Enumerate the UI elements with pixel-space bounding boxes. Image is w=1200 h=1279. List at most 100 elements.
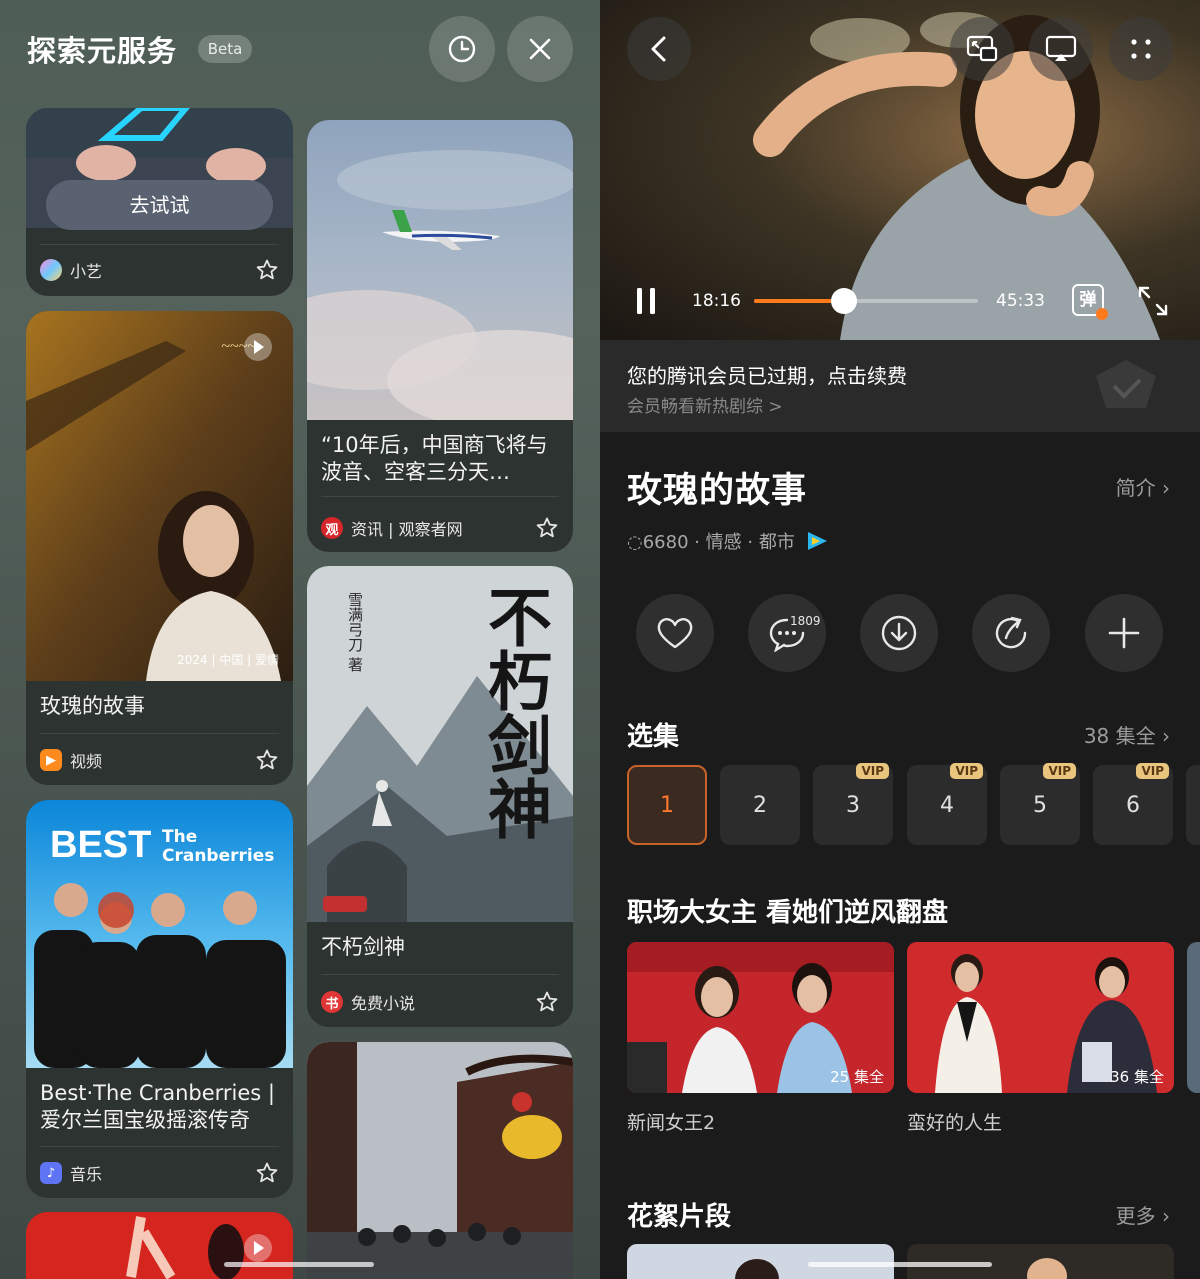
recommend-card[interactable]: 25 集全 [627,942,894,1093]
source-label: 免费小说 [351,994,416,1013]
airplane-sky-image [307,120,573,420]
share-button[interactable] [972,594,1050,672]
picture-in-picture-icon [966,35,998,62]
recommend-section-title: 职场大女主 看她们逆风翻盘 [627,898,949,928]
chevron-left-icon [651,36,666,62]
progress-bar[interactable] [754,288,978,314]
novel-app-icon: 书 [321,991,343,1013]
fullscreen-icon[interactable] [1136,284,1170,318]
try-button[interactable]: 去试试 [46,180,273,230]
episode-item[interactable]: 1 [627,765,707,845]
history-button[interactable] [429,16,495,82]
clock-icon [448,35,476,63]
more-dots-icon [1131,39,1151,59]
comment-count: 1809 [790,614,821,628]
recommend-name[interactable]: 蛮好的人生 [907,1108,1002,1135]
episode-item[interactable]: 2 [720,765,800,845]
card-source: 观 资讯 | 观察者网 [321,516,463,540]
card-source: ♪ 音乐 [40,1161,102,1185]
card-source: 小艺 [40,258,102,282]
vip-badge: VIP [1136,763,1169,779]
danmaku-indicator [1096,308,1108,320]
xiaoyi-icon [40,259,62,281]
tencent-video-logo-icon [807,532,827,550]
episode-item[interactable]: 4 VIP [907,763,987,845]
vip-diamond-icon [1096,360,1156,408]
pause-icon[interactable] [634,286,658,316]
heart-icon [657,618,693,649]
episode-count: 36 集全 [1110,1068,1164,1086]
vip-badge: VIP [950,763,983,779]
home-indicator [224,1262,374,1267]
favorite-button[interactable] [636,594,714,672]
card-partial-street[interactable] [307,1042,573,1279]
beta-badge: Beta [198,35,252,63]
star-icon[interactable] [255,748,279,772]
show-title: 玫瑰的故事 [627,471,808,511]
card-news[interactable]: “10年后，中国商飞将与波音、空客三分天… 观 资讯 | 观察者网 [307,120,573,552]
cover-calligraphy: 不朽剑神 [479,584,550,840]
card-novel[interactable]: 不朽剑神 雪满弓刀 著 不朽剑神 书 免费小说 [307,566,573,1027]
more-options-button[interactable] [1109,17,1173,81]
episode-count: 25 集全 [830,1068,884,1086]
episode-item[interactable]: 5 VIP [1000,763,1080,845]
clips-section-title: 花絮片段 [627,1202,732,1232]
guancha-icon: 观 [321,517,343,539]
source-label: 音乐 [70,1165,103,1184]
vip-badge: VIP [1043,763,1076,779]
source-label: 视频 [70,752,103,771]
home-indicator [808,1262,992,1267]
card-source: 书 免费小说 [321,990,415,1014]
card-title: “10年后，中国商飞将与波音、空客三分天… [321,433,548,484]
total-time: 45:33 [996,291,1045,311]
source-label: 资讯 | 观察者网 [351,520,463,539]
card-partial-red[interactable] [26,1212,293,1279]
video-app-icon: ▶ [40,749,62,771]
star-icon[interactable] [255,258,279,282]
show-meta: ◌6680 · 情感 · 都市 [627,528,829,554]
current-time: 18:16 [692,291,741,311]
star-icon[interactable] [255,1161,279,1185]
vip-subtext[interactable]: 会员畅看新热剧综 > [627,392,783,417]
card-video[interactable]: ~~~~ 2024 | 中国 | 爱情 玫瑰的故事 ▶ 视频 [26,311,293,785]
red-poster-image [26,1212,293,1279]
clips-more-link[interactable]: 更多 › [1116,1200,1170,1229]
danmaku-label: 弹 [1079,290,1097,310]
episode-item[interactable]: 3 VIP [813,763,893,845]
back-button[interactable] [627,17,691,81]
add-button[interactable] [1085,594,1163,672]
share-icon [995,616,1027,649]
episode-item[interactable]: 6 VIP [1093,763,1173,845]
star-icon[interactable] [535,990,559,1014]
mini-window-button[interactable] [950,17,1014,81]
video-player[interactable]: 18:16 45:33 弹 [600,0,1200,340]
episode-item-partial[interactable] [1186,765,1200,845]
vip-expired-text[interactable]: 您的腾讯会员已过期，点击续费 [627,360,907,389]
card-title: 玫瑰的故事 [40,694,145,718]
cast-button[interactable] [1029,17,1093,81]
recommend-name[interactable]: 新闻女王2 [627,1108,715,1135]
drama-poster-image: ~~~~ [26,311,293,681]
card-music[interactable]: BEST The Cranberries Best·The Cranberrie… [26,800,293,1198]
episodes-section-title: 选集 [627,722,680,752]
recommend-card[interactable]: 36 集全 [907,942,1174,1093]
star-icon[interactable] [535,516,559,540]
close-icon [529,38,551,60]
cast-icon [1045,35,1077,61]
card-title: Best·The Cranberries | 爱尔兰国宝级摇滚传奇 [40,1081,275,1132]
vip-badge: VIP [856,763,889,779]
comment-button[interactable]: 1809 [748,594,826,672]
danmaku-button[interactable]: 弹 [1072,284,1108,320]
recommend-card-partial[interactable] [1187,942,1200,1093]
progress-handle[interactable] [830,288,857,314]
album-band-text: The Cranberries [162,827,275,866]
show-meta-text: ◌6680 · 情感 · 都市 [627,532,795,553]
cover-author: 雪满弓刀 著 [346,592,364,672]
plus-icon [1108,617,1140,649]
explore-services-panel: 探索元服务 Beta 去试试 小艺 “10年后，中国商飞将与波音、空客三分天… … [0,0,600,1279]
intro-link[interactable]: 简介 › [1116,472,1170,501]
episodes-all-link[interactable]: 38 集全 › [1084,720,1170,749]
download-button[interactable] [860,594,938,672]
card-xiaoyi[interactable]: 去试试 小艺 [26,108,293,296]
close-button[interactable] [507,16,573,82]
